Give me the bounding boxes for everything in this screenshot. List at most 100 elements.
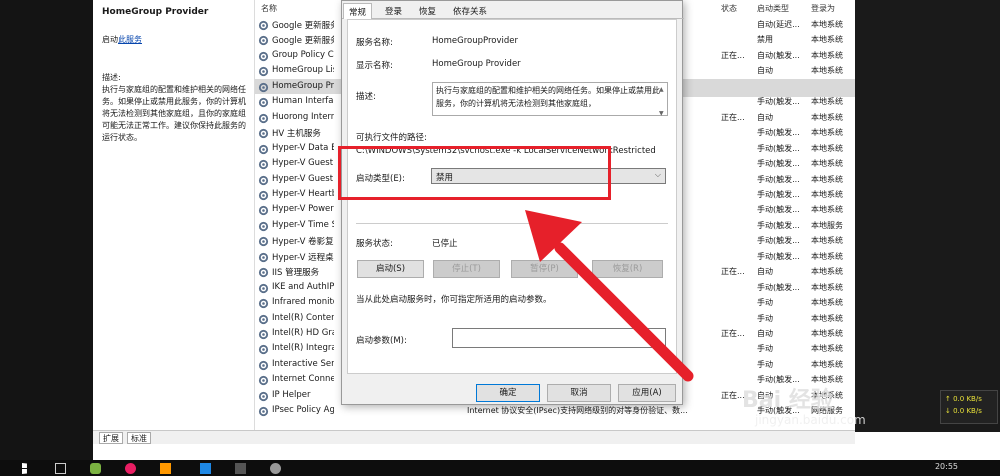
desc-label: 描述: [356, 92, 376, 102]
params-input[interactable] [452, 328, 666, 348]
network-speed-widget: ↑ 0.0 KB/s ↓ 0.0 KB/s [940, 390, 998, 424]
service-logon-cell: 本地系统 [811, 267, 843, 277]
service-name-cell: Intel(R) Integrated [272, 343, 334, 354]
windows-start-icon[interactable] [22, 463, 27, 474]
service-name-cell: Interactive Services [272, 358, 334, 369]
service-startup-cell: 自动 [757, 112, 773, 122]
service-startup-cell: 手动(触发... [757, 251, 800, 261]
service-name-cell: Hyper-V 远程桌面 [272, 252, 334, 263]
column-header-status[interactable]: 状态 [721, 3, 737, 17]
gear-icon [258, 252, 269, 263]
left-dark-area [0, 0, 93, 460]
tab-standard[interactable]: 标准 [127, 432, 151, 444]
service-startup-cell: 手动(触发... [757, 220, 800, 230]
app-icon-blue[interactable] [200, 463, 211, 474]
service-startup-cell: 手动(触发... [757, 174, 800, 184]
service-logon-cell: 本地系统 [811, 143, 843, 153]
service-name-cell: Internet Connection [272, 374, 334, 385]
app-icon-orange[interactable] [160, 463, 171, 474]
service-name-cell: HomeGroup Provider [272, 80, 334, 91]
service-name-cell: Human Interface [272, 96, 334, 107]
service-logon-cell: 本地系统 [811, 97, 843, 107]
column-header-name[interactable]: 名称 [261, 3, 277, 17]
startup-type-highlight-box [338, 146, 611, 200]
start-button[interactable]: 启动(S) [357, 260, 424, 278]
service-logon-cell: 本地系统 [811, 298, 843, 308]
stop-button[interactable]: 停止(T) [433, 260, 500, 278]
selected-row-highlight [681, 81, 855, 97]
ok-button[interactable]: 确定 [476, 384, 540, 402]
service-startup-cell: 手动(触发... [757, 205, 800, 215]
tab-extended[interactable]: 扩展 [99, 432, 123, 444]
gear-icon [258, 344, 269, 355]
tab-recovery[interactable]: 恢复 [414, 3, 441, 19]
pause-button[interactable]: 暂停(P) [511, 260, 578, 278]
service-name-cell: IIS 管理服务 [272, 268, 320, 279]
service-description-pane: HomeGroup Provider 启动此服务 描述: 执行与家庭组的配置和维… [93, 0, 255, 432]
desc-scrollbar[interactable]: ▲ ▼ [659, 84, 666, 117]
app-icon-gray[interactable] [235, 463, 246, 474]
gear-icon [258, 329, 269, 340]
service-desc-cell: Internet 协议安全(IPsec)支持网络级别的对等身份验证、数... [467, 406, 688, 416]
gear-icon [258, 360, 269, 371]
cancel-button[interactable]: 取消 [547, 384, 611, 402]
desc-textbox[interactable]: 执行与家庭组的配置和维护相关的网络任务。如果停止或禁用此服务，你的计算机将无法检… [432, 82, 668, 117]
service-logon-cell: 本地系统 [811, 128, 843, 138]
selected-service-title: HomeGroup Provider [102, 7, 209, 17]
service-status-label: 服务状态: [356, 239, 393, 249]
task-view-icon[interactable] [55, 463, 66, 474]
service-name-cell: Hyper-V Time Sync [272, 219, 334, 230]
service-name-value: HomeGroupProvider [432, 36, 518, 46]
resume-button[interactable]: 恢复(R) [592, 260, 663, 278]
gear-icon [258, 128, 269, 139]
service-startup-cell: 手动(触发... [757, 128, 800, 138]
gear-icon [258, 51, 269, 62]
service-logon-cell: 本地系统 [811, 35, 843, 45]
service-startup-cell: 自动 [757, 66, 773, 76]
tab-general[interactable]: 常规 [343, 3, 373, 19]
app-icon-green[interactable] [90, 463, 101, 474]
gear-icon [258, 175, 269, 186]
dialog-tabs: 常规 登录 恢复 依存关系 [342, 1, 684, 19]
service-startup-cell: 手动(触发... [757, 143, 800, 153]
service-startup-cell: 自动 [757, 329, 773, 338]
service-status-cell: 正在... [721, 267, 745, 277]
desc-textbox-text: 执行与家庭组的配置和维护相关的网络任务。如果停止或禁用此服务，你的计算机将无法检… [436, 86, 660, 108]
service-status-cell: 正在... [721, 329, 745, 338]
service-logon-cell: 本地系统 [811, 313, 843, 323]
service-startup-cell: 手动(触发... [757, 159, 800, 169]
gear-icon [258, 82, 269, 93]
service-name-cell: IP Helper [272, 389, 311, 400]
service-logon-cell: 本地系统 [811, 251, 843, 261]
gear-icon [258, 35, 269, 46]
service-startup-cell: 手动 [757, 313, 773, 323]
service-name-cell: Hyper-V PowerShell [272, 204, 334, 215]
gear-icon[interactable] [270, 463, 281, 474]
service-name-cell: IPsec Policy Agent [272, 405, 334, 416]
service-logon-cell: 本地系统 [811, 282, 843, 292]
service-logon-cell: 本地系统 [811, 344, 843, 354]
column-header-startup[interactable]: 启动类型 [757, 3, 789, 17]
gear-icon [258, 314, 269, 325]
service-logon-cell: 本地系统 [811, 174, 843, 184]
service-startup-cell: 自动(触发... [757, 50, 800, 60]
gear-icon [258, 113, 269, 124]
column-header-logon[interactable]: 登录为 [811, 3, 835, 17]
service-name-label: 服务名称: [356, 38, 393, 48]
tab-dependencies[interactable]: 依存关系 [448, 3, 492, 19]
taskbar-clock[interactable]: 20:55 [935, 462, 958, 471]
screen: HomeGroup Provider 启动此服务 描述: 执行与家庭组的配置和维… [0, 0, 1000, 476]
service-name-cell: Hyper-V 卷影复制 [272, 237, 334, 248]
tab-logon[interactable]: 登录 [380, 3, 407, 19]
download-speed: ↓ 0.0 KB/s [945, 407, 982, 415]
apply-button[interactable]: 应用(A) [618, 384, 676, 402]
description-text: 执行与家庭组的配置和维护相关的网络任务。如果停止或禁用此服务，你的计算机将无法检… [102, 85, 246, 142]
browser-icon[interactable] [125, 463, 136, 474]
service-status-value: 已停止 [432, 239, 458, 249]
gear-icon [258, 283, 269, 294]
service-name-cell: Google 更新服务 [272, 36, 334, 47]
gear-icon [258, 159, 269, 170]
gear-icon [258, 190, 269, 201]
start-service-link[interactable]: 此服务 [118, 35, 142, 44]
service-name-cell: Hyper-V Guest Service [272, 158, 334, 169]
